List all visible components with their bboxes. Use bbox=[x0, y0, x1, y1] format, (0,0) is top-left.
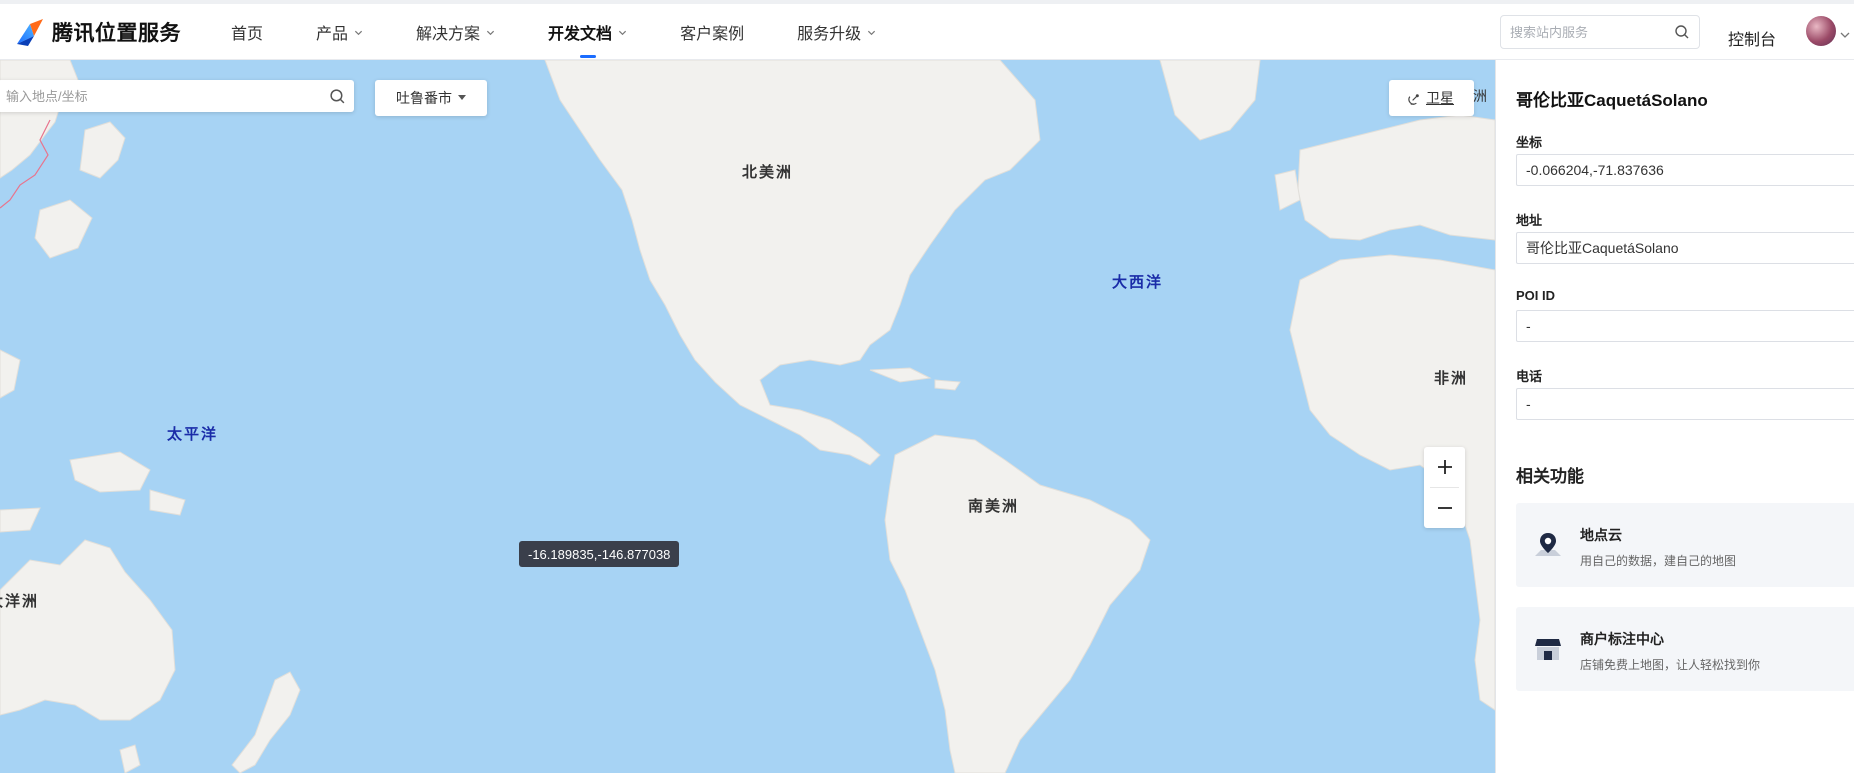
zoom-control bbox=[1424, 447, 1465, 528]
minus-icon bbox=[1437, 507, 1452, 509]
address-label: 地址 bbox=[1516, 213, 1543, 228]
plus-icon bbox=[1437, 460, 1452, 474]
brand-logo[interactable]: 腾讯位置服务 bbox=[14, 16, 181, 48]
chevron-down-icon[interactable] bbox=[1840, 31, 1850, 39]
site-header: 腾讯位置服务 首页 产品 解决方案 开发文档 客户案例 服务升级 控制台 bbox=[0, 4, 1854, 60]
nav-home[interactable]: 首页 bbox=[231, 20, 263, 44]
coord-label: 坐标 bbox=[1516, 135, 1543, 150]
hover-coordinate-tooltip: -16.189835,-146.877038 bbox=[519, 541, 680, 567]
search-icon[interactable] bbox=[1674, 24, 1690, 40]
caret-down-icon bbox=[458, 95, 466, 100]
avatar[interactable] bbox=[1806, 16, 1836, 46]
satellite-toggle[interactable]: 卫星 bbox=[1389, 80, 1474, 116]
chevron-down-icon bbox=[354, 30, 363, 35]
card-description: 用自己的数据，建自己的地图 bbox=[1580, 554, 1737, 568]
map-search-input[interactable] bbox=[6, 88, 329, 104]
map-canvas[interactable]: 北美洲 南美洲 非洲 大洋洲 太平洋 大西洋 吐鲁番市 卫星 洲 -16.189… bbox=[0, 60, 1495, 773]
related-features-title: 相关功能 bbox=[1516, 467, 1584, 486]
label-africa: 非洲 bbox=[1434, 370, 1469, 387]
console-link[interactable]: 控制台 bbox=[1728, 26, 1776, 50]
nav-products-label: 产品 bbox=[316, 26, 349, 43]
hover-coordinate-value: -16.189835,-146.877038 bbox=[528, 546, 671, 562]
card-title: 地点云 bbox=[1580, 527, 1622, 543]
label-atlantic: 大西洋 bbox=[1112, 274, 1164, 291]
active-tab-indicator bbox=[579, 55, 596, 58]
city-select-value: 吐鲁番市 bbox=[396, 90, 452, 106]
city-select[interactable]: 吐鲁番市 bbox=[375, 80, 487, 116]
nav-home-label: 首页 bbox=[231, 26, 264, 43]
storefront-icon bbox=[1535, 639, 1561, 660]
label-south-america: 南美洲 bbox=[968, 498, 1020, 515]
coord-field[interactable] bbox=[1516, 154, 1854, 186]
site-search-input[interactable] bbox=[1510, 24, 1674, 40]
chevron-down-icon bbox=[486, 30, 495, 35]
nav-solutions-label: 解决方案 bbox=[416, 26, 481, 43]
nav-products[interactable]: 产品 bbox=[316, 20, 363, 44]
nav-dev-docs-label: 开发文档 bbox=[548, 26, 613, 43]
chevron-down-icon bbox=[618, 30, 627, 35]
poi-id-field[interactable] bbox=[1516, 310, 1854, 342]
nav-cases-label: 客户案例 bbox=[680, 26, 745, 43]
zoom-in-button[interactable] bbox=[1424, 447, 1465, 487]
address-field[interactable] bbox=[1516, 232, 1854, 264]
brand-name: 腾讯位置服务 bbox=[52, 22, 181, 45]
poi-id-label: POI ID bbox=[1516, 288, 1556, 303]
nav-upgrade-label: 服务升级 bbox=[797, 26, 862, 43]
map-search-box[interactable] bbox=[0, 80, 354, 112]
nav-upgrade[interactable]: 服务升级 bbox=[797, 20, 876, 44]
label-pacific: 太平洋 bbox=[167, 426, 219, 443]
label-oceania: 大洋洲 bbox=[0, 593, 40, 610]
site-search-box[interactable] bbox=[1500, 15, 1700, 49]
place-title: 哥伦比亚CaquetáSolano bbox=[1516, 91, 1708, 110]
card-description: 店铺免费上地图，让人轻松找到你 bbox=[1580, 658, 1761, 672]
nav-solutions[interactable]: 解决方案 bbox=[416, 20, 495, 44]
nav-cases[interactable]: 客户案例 bbox=[680, 20, 744, 44]
phone-label: 电话 bbox=[1516, 369, 1543, 384]
main-nav: 首页 产品 解决方案 开发文档 客户案例 服务升级 bbox=[231, 4, 929, 60]
related-card-place-cloud[interactable]: 地点云 用自己的数据，建自己的地图 bbox=[1516, 503, 1854, 587]
place-detail-panel: 哥伦比亚CaquetáSolano 坐标 地址 POI ID 电话 相关功能 地… bbox=[1495, 60, 1854, 773]
nav-dev-docs[interactable]: 开发文档 bbox=[548, 20, 627, 58]
label-north-america: 北美洲 bbox=[742, 164, 794, 181]
satellite-icon bbox=[1408, 93, 1419, 105]
brand-logo-icon bbox=[17, 19, 43, 46]
location-pin-icon bbox=[1535, 533, 1561, 556]
satellite-label: 卫星 bbox=[1426, 90, 1454, 106]
search-icon[interactable] bbox=[329, 88, 346, 105]
card-title: 商户标注中心 bbox=[1580, 631, 1664, 647]
phone-field[interactable] bbox=[1516, 388, 1854, 420]
chevron-down-icon bbox=[868, 30, 876, 35]
zoom-out-button[interactable] bbox=[1424, 488, 1465, 528]
related-card-merchant-center[interactable]: 商户标注中心 店铺免费上地图，让人轻松找到你 bbox=[1516, 607, 1854, 691]
map-edge-label: 洲 bbox=[1473, 88, 1487, 104]
